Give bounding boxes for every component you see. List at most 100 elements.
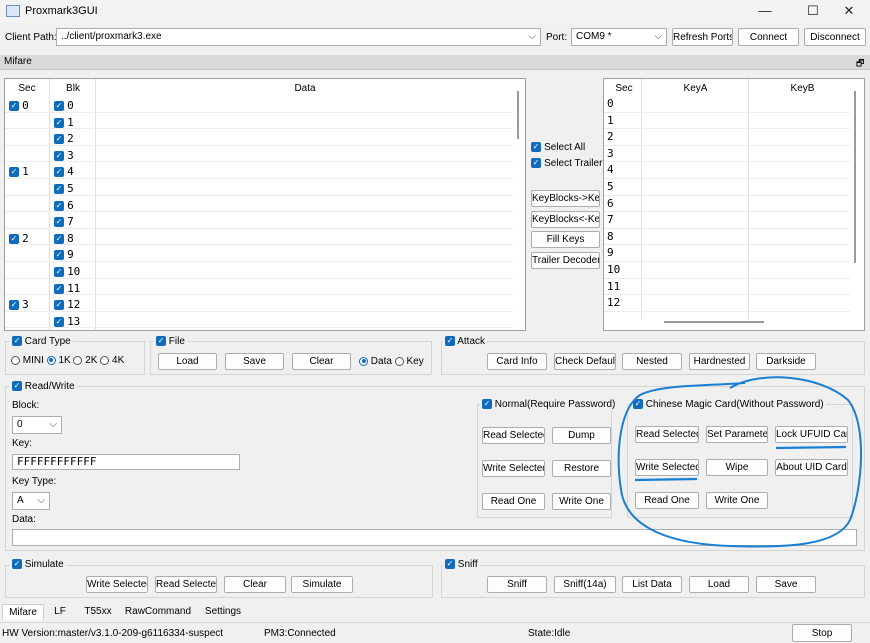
sim-write-selected-button[interactable]: Write Selected — [86, 576, 148, 593]
blk-checkbox[interactable]: ✓ 12 — [54, 298, 80, 311]
file-radios[interactable]: Data Key — [359, 356, 430, 367]
key-row[interactable]: 6 — [604, 196, 850, 213]
table-row[interactable]: ✓ 10 — [5, 262, 513, 279]
table-row[interactable]: ✓ 3 — [5, 146, 513, 163]
key-row[interactable]: 5 — [604, 179, 850, 196]
sec-checkbox[interactable]: ✓ 0 — [9, 99, 29, 112]
radio-1k[interactable] — [46, 355, 56, 365]
file-load-button[interactable]: Load — [158, 353, 217, 370]
blk-checkbox[interactable]: ✓ 0 — [54, 99, 74, 112]
float-icon[interactable]: 🗗 — [856, 56, 864, 72]
minimize-icon[interactable]: — — [742, 0, 788, 22]
file-title[interactable]: ✓ File — [154, 336, 187, 347]
radio-mini[interactable] — [11, 355, 20, 365]
key-row[interactable]: 0 — [604, 96, 850, 113]
sniff-button[interactable]: Sniff — [487, 576, 547, 593]
stop-button[interactable]: Stop — [792, 624, 852, 642]
blk-checkbox[interactable]: ✓ 3 — [54, 149, 74, 162]
table-row[interactable]: ✓ 11 — [5, 279, 513, 296]
close-icon[interactable]: ✕ — [826, 0, 870, 22]
key-row[interactable]: 1 — [604, 113, 850, 130]
key-row[interactable]: 10 — [604, 262, 850, 279]
sim-read-selected-button[interactable]: Read Selected — [155, 576, 217, 593]
attack-title[interactable]: ✓ Attack — [443, 336, 488, 347]
simulate-button[interactable]: Simulate — [291, 576, 353, 593]
block-combo[interactable]: 0 ⌵ — [12, 416, 62, 434]
table-row[interactable]: ✓ 5 — [5, 179, 513, 196]
select-all-checkbox[interactable]: ✓ Select All — [531, 141, 585, 153]
key-type-combo[interactable]: A ⌵ — [12, 492, 50, 510]
blk-checkbox[interactable]: ✓ 10 — [54, 265, 80, 278]
check-default-button[interactable]: Check Default — [554, 353, 616, 370]
data-input[interactable] — [12, 529, 857, 546]
tab-t55xx[interactable]: T55xx — [78, 604, 118, 620]
restore-button[interactable]: Restore — [552, 460, 611, 477]
darkside-button[interactable]: Darkside — [756, 353, 816, 370]
table-row[interactable]: ✓ 0 ✓ 0 — [5, 96, 513, 113]
blk-checkbox[interactable]: ✓ 2 — [54, 132, 74, 145]
magic-read-one-button[interactable]: Read One — [635, 492, 699, 509]
tab-settings[interactable]: Settings — [197, 604, 249, 620]
table-row[interactable]: ✓ 13 — [5, 312, 513, 329]
read-write-title[interactable]: ✓ Read/Write — [10, 381, 77, 392]
set-parameter-button[interactable]: Set Parameter — [706, 426, 768, 443]
select-trailer-checkbox[interactable]: ✓ Select Trailer — [531, 157, 602, 169]
magic-title[interactable]: ✓ Chinese Magic Card(Without Password) — [631, 399, 826, 410]
about-uid-button[interactable]: About UID Card — [775, 459, 848, 476]
dump-button[interactable]: Dump — [552, 427, 611, 444]
file-save-button[interactable]: Save — [225, 353, 284, 370]
sec-checkbox[interactable]: ✓ 3 — [9, 298, 29, 311]
wipe-button[interactable]: Wipe — [706, 459, 768, 476]
tab-mifare[interactable]: Mifare — [2, 604, 44, 620]
normal-read-one-button[interactable]: Read One — [482, 493, 545, 510]
lock-ufuid-button[interactable]: Lock UFUID Card — [775, 426, 848, 443]
radio-data[interactable] — [359, 356, 368, 366]
blk-checkbox[interactable]: ✓ 4 — [54, 165, 74, 178]
magic-write-one-button[interactable]: Write One — [706, 492, 768, 509]
key-row[interactable]: 4 — [604, 162, 850, 179]
client-path-combo[interactable]: ../client/proxmark3.exe ⌵ — [56, 28, 541, 46]
blk-checkbox[interactable]: ✓ 5 — [54, 182, 74, 195]
blk-checkbox[interactable]: ✓ 13 — [54, 315, 80, 328]
blk-checkbox[interactable]: ✓ 6 — [54, 199, 74, 212]
key-row[interactable]: 7 — [604, 212, 850, 229]
key-row[interactable]: 3 — [604, 146, 850, 163]
trailer-decoder-button[interactable]: Trailer Decoder — [531, 252, 600, 269]
port-combo[interactable]: COM9 * ⌵ — [571, 28, 667, 46]
normal-read-selected-button[interactable]: Read Selected — [482, 427, 545, 444]
table-row[interactable]: ✓ 7 — [5, 212, 513, 229]
data-table[interactable]: Sec Blk Data ✓ 0 ✓ 0 ✓ 1 ✓ 2 ✓ 3 ✓ 1 ✓ 4 ✓ 5 ✓ 6… — [4, 78, 526, 331]
list-data-button[interactable]: List Data — [622, 576, 682, 593]
sniff-load-button[interactable]: Load — [689, 576, 749, 593]
radio-2k[interactable] — [73, 355, 83, 365]
key-row[interactable]: 9 — [604, 245, 850, 262]
nested-button[interactable]: Nested — [622, 353, 682, 370]
tab-lf[interactable]: LF — [48, 604, 72, 620]
table-row[interactable]: ✓ 6 — [5, 196, 513, 213]
refresh-ports-button[interactable]: Refresh Ports — [672, 28, 733, 46]
key-row[interactable]: 12 — [604, 295, 850, 312]
file-clear-button[interactable]: Clear — [292, 353, 351, 370]
sec-checkbox[interactable]: ✓ 1 — [9, 165, 29, 178]
card-type-title[interactable]: ✓ Card Type — [10, 336, 73, 347]
table-row[interactable]: ✓ 9 — [5, 245, 513, 262]
blk-checkbox[interactable]: ✓ 7 — [54, 215, 74, 228]
table-row[interactable]: ✓ 2 — [5, 129, 513, 146]
table-row[interactable]: ✓ 3 ✓ 12 — [5, 295, 513, 312]
connect-button[interactable]: Connect — [738, 28, 799, 46]
table-row[interactable]: ✓ 2 ✓ 8 — [5, 229, 513, 246]
table-row[interactable]: ✓ 1 ✓ 4 — [5, 162, 513, 179]
blk-checkbox[interactable]: ✓ 8 — [54, 232, 74, 245]
card-type-radios[interactable]: MINI 1K 2K 4K — [11, 355, 124, 366]
key-table[interactable]: Sec KeyA KeyB 0 1 2 3 4 5 6 7 8 9 10 11 12 — [603, 78, 865, 331]
key-row[interactable]: 8 — [604, 229, 850, 246]
normal-write-one-button[interactable]: Write One — [552, 493, 611, 510]
key-row[interactable]: 2 — [604, 129, 850, 146]
key-row[interactable]: 11 — [604, 279, 850, 296]
sim-clear-button[interactable]: Clear — [224, 576, 286, 593]
sniff-title[interactable]: ✓ Sniff — [443, 559, 480, 570]
hardnested-button[interactable]: Hardnested — [689, 353, 750, 370]
card-info-button[interactable]: Card Info — [487, 353, 547, 370]
sniff14a-button[interactable]: Sniff(14a) — [554, 576, 616, 593]
blk-checkbox[interactable]: ✓ 11 — [54, 282, 80, 295]
